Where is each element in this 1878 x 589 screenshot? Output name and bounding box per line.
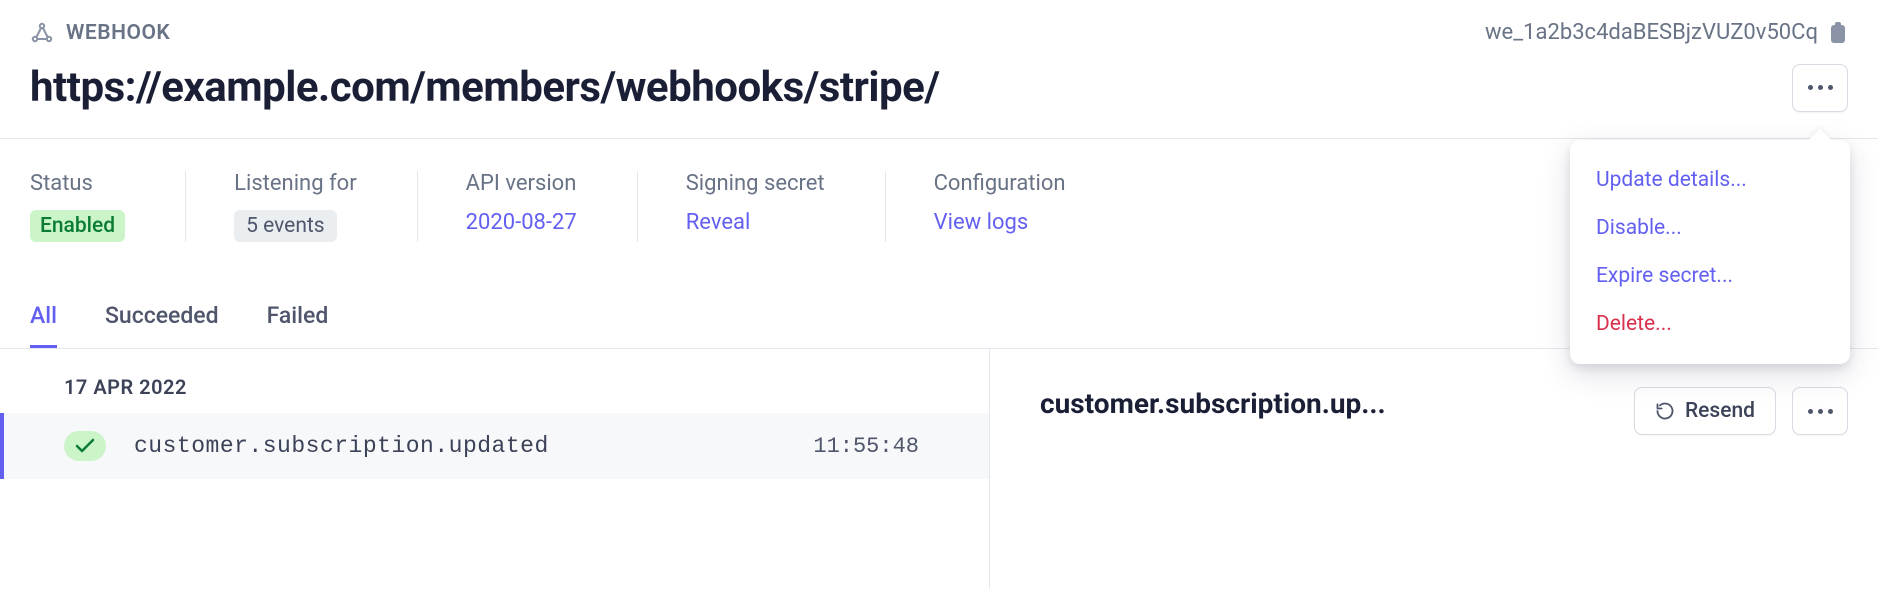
listening-label: Listening for — [234, 171, 357, 196]
tab-succeeded[interactable]: Succeeded — [105, 302, 219, 348]
ellipsis-icon — [1808, 409, 1833, 414]
view-logs-link[interactable]: View logs — [934, 210, 1066, 235]
event-row[interactable]: customer.subscription.updated 11:55:48 — [0, 413, 989, 479]
webhook-id: we_1a2b3c4daBESBjzVUZ0v50Cq — [1485, 20, 1818, 45]
event-more-button[interactable] — [1792, 387, 1848, 435]
status-label: Status — [30, 171, 125, 196]
tab-failed[interactable]: Failed — [267, 302, 329, 348]
success-icon — [64, 431, 106, 461]
event-name: customer.subscription.updated — [134, 433, 549, 459]
listening-events-badge[interactable]: 5 events — [234, 210, 337, 242]
menu-update-details[interactable]: Update details... — [1570, 156, 1850, 204]
status-badge: Enabled — [30, 210, 125, 242]
webhook-icon — [30, 21, 54, 45]
api-version-link[interactable]: 2020-08-27 — [466, 210, 577, 235]
page-title: https://example.com/members/webhooks/str… — [30, 63, 939, 112]
reveal-secret-link[interactable]: Reveal — [686, 210, 825, 235]
event-detail-title: customer.subscription.up... — [1040, 387, 1386, 420]
clipboard-icon[interactable] — [1828, 22, 1848, 44]
menu-disable[interactable]: Disable... — [1570, 204, 1850, 252]
breadcrumb: WEBHOOK — [30, 21, 170, 45]
api-version-label: API version — [466, 171, 577, 196]
breadcrumb-label: WEBHOOK — [66, 21, 170, 45]
configuration-label: Configuration — [934, 171, 1066, 196]
event-time: 11:55:48 — [813, 434, 959, 459]
tab-all[interactable]: All — [30, 302, 57, 348]
resend-button[interactable]: Resend — [1634, 387, 1776, 435]
events-list: 17 APR 2022 customer.subscription.update… — [0, 349, 990, 589]
resend-icon — [1655, 401, 1675, 421]
actions-menu: Update details... Disable... Expire secr… — [1570, 140, 1850, 364]
signing-secret-label: Signing secret — [686, 171, 825, 196]
menu-expire-secret[interactable]: Expire secret... — [1570, 252, 1850, 300]
ellipsis-icon — [1808, 85, 1833, 90]
more-button[interactable] — [1792, 64, 1848, 112]
menu-delete[interactable]: Delete... — [1570, 300, 1850, 348]
resend-label: Resend — [1685, 399, 1755, 423]
events-date-header: 17 APR 2022 — [0, 349, 989, 413]
